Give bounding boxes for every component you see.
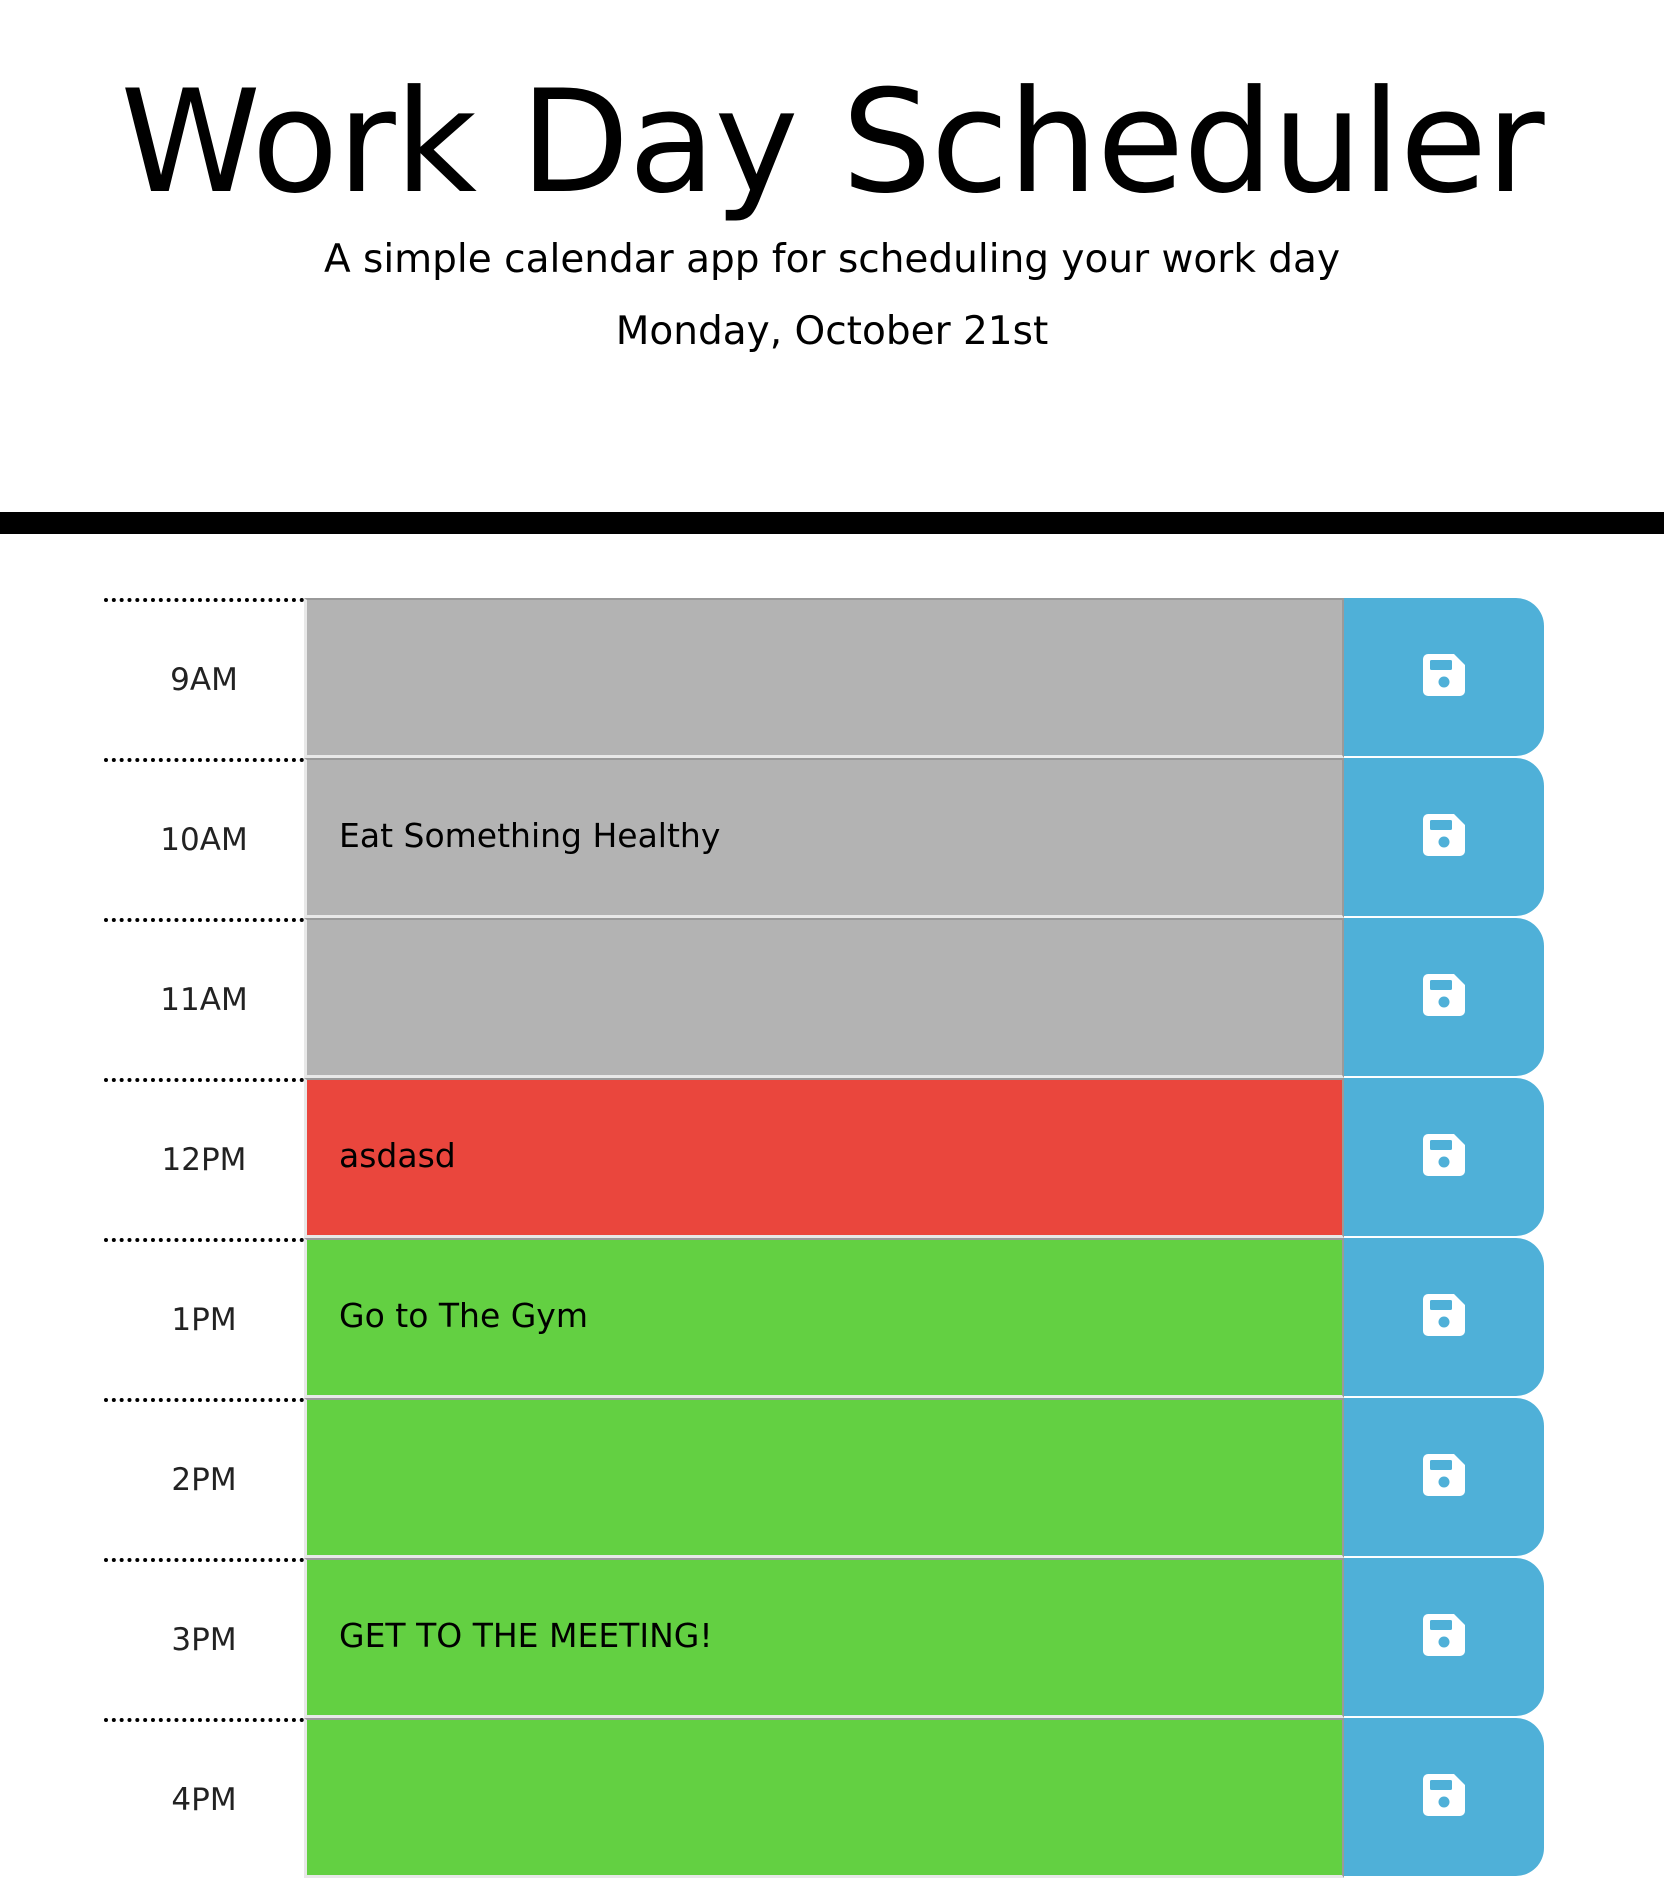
floppy-disk-icon: [1423, 654, 1465, 696]
hour-label: 11AM: [104, 918, 304, 1078]
save-button[interactable]: [1344, 918, 1544, 1076]
time-block-row: 9AM: [0, 598, 1664, 758]
description-textarea[interactable]: GET TO THE MEETING!: [304, 1558, 1344, 1718]
hour-label: 2PM: [104, 1398, 304, 1558]
floppy-disk-icon: [1423, 974, 1465, 1016]
hour-label: 4PM: [104, 1718, 304, 1878]
save-button[interactable]: [1344, 1398, 1544, 1556]
description-textarea[interactable]: [304, 918, 1344, 1078]
save-button[interactable]: [1344, 1558, 1544, 1716]
floppy-disk-icon: [1423, 1454, 1465, 1496]
time-block-row: 4PM: [0, 1718, 1664, 1878]
save-button[interactable]: [1344, 1718, 1544, 1876]
description-textarea[interactable]: [304, 1398, 1344, 1558]
time-block-row: 11AM: [0, 918, 1664, 1078]
description-textarea[interactable]: [304, 1718, 1344, 1878]
current-day: Monday, October 21st: [615, 309, 1049, 354]
floppy-disk-icon: [1423, 814, 1465, 856]
save-button[interactable]: [1344, 1238, 1544, 1396]
floppy-disk-icon: [1423, 1134, 1465, 1176]
page-header: Work Day Scheduler A simple calendar app…: [0, 0, 1664, 534]
page-title: Work Day Scheduler: [120, 60, 1544, 225]
time-block-row: 12PM asdasd: [0, 1078, 1664, 1238]
description-textarea[interactable]: [304, 598, 1344, 758]
floppy-disk-icon: [1423, 1774, 1465, 1816]
hour-label: 9AM: [104, 598, 304, 758]
description-textarea[interactable]: Eat Something Healthy: [304, 758, 1344, 918]
hour-label: 1PM: [104, 1238, 304, 1398]
hour-label: 10AM: [104, 758, 304, 918]
save-button[interactable]: [1344, 758, 1544, 916]
description-textarea[interactable]: Go to The Gym: [304, 1238, 1344, 1398]
floppy-disk-icon: [1423, 1614, 1465, 1656]
description-textarea[interactable]: asdasd: [304, 1078, 1344, 1238]
time-block-row: 2PM: [0, 1398, 1664, 1558]
time-block-row: 1PM Go to The Gym: [0, 1238, 1664, 1398]
hour-label: 12PM: [104, 1078, 304, 1238]
save-button[interactable]: [1344, 1078, 1544, 1236]
time-block-row: 10AM Eat Something Healthy: [0, 758, 1664, 918]
floppy-disk-icon: [1423, 1294, 1465, 1336]
hour-label: 3PM: [104, 1558, 304, 1718]
time-block-row: 3PM GET TO THE MEETING!: [0, 1558, 1664, 1718]
save-button[interactable]: [1344, 598, 1544, 756]
page-subtitle: A simple calendar app for scheduling you…: [323, 237, 1341, 282]
